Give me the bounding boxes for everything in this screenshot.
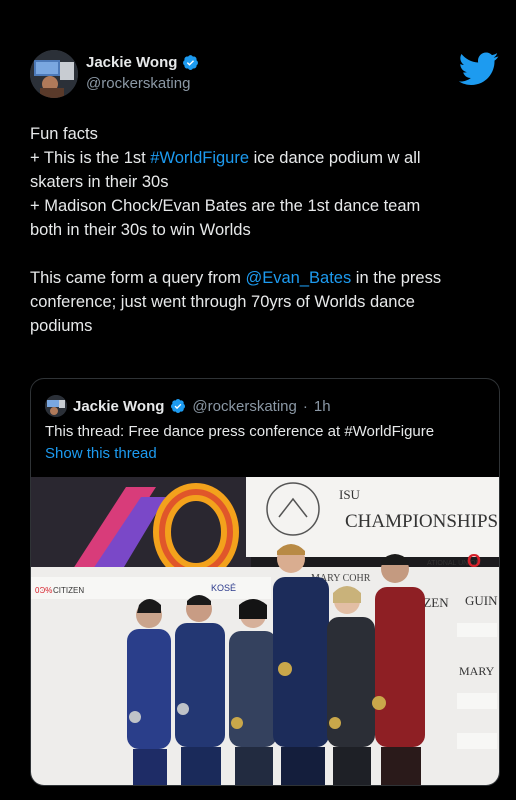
tweet-text: This came form a query from xyxy=(30,269,246,287)
show-thread-link[interactable]: Show this thread xyxy=(45,445,157,462)
tweet-card[interactable]: Jackie Wong @rockerskating Fun facts + T… xyxy=(0,0,516,800)
quoted-author-handle[interactable]: @rockerskating xyxy=(192,398,296,415)
mention-link[interactable]: @Evan_Bates xyxy=(245,269,351,287)
quoted-timestamp[interactable]: 1h xyxy=(314,398,331,415)
sponsor-side-mary: MARY xyxy=(459,664,495,678)
quoted-tweet[interactable]: Jackie Wong @rockerskating · 1h This threa… xyxy=(30,378,500,786)
sponsor-citizen: CITIZEN xyxy=(53,586,84,595)
tweet-text: in the press xyxy=(351,269,442,287)
tweet-line: skaters in their 30s xyxy=(30,173,169,191)
quoted-author-name[interactable]: Jackie Wong xyxy=(73,398,164,415)
podium-photo[interactable]: ISU CHAMPIONSHIPS 0Ͽ% CITIZEN KOSÉ MARY … xyxy=(31,477,500,786)
tweet-line: + This is the 1st #WorldFigure ice dance… xyxy=(30,146,492,170)
author-name-text[interactable]: Jackie Wong xyxy=(86,54,177,71)
tweet-line: both in their 30s to win Worlds xyxy=(30,221,251,239)
tweet-text: ice dance podium w all xyxy=(249,149,421,167)
author-name[interactable]: Jackie Wong xyxy=(86,54,199,71)
tweet-line: Fun facts xyxy=(30,125,98,143)
author-handle[interactable]: @rockerskating xyxy=(86,75,190,92)
sponsor-side-guin: GUIN xyxy=(465,593,498,608)
quoted-author-avatar[interactable] xyxy=(45,395,67,417)
hashtag-link[interactable]: #WorldFigure xyxy=(150,149,249,167)
sponsor-logo: O xyxy=(467,551,481,571)
tweet-text: + This is the 1st xyxy=(30,149,151,167)
tweet-line: + Madison Chock/Evan Bates are the 1st d… xyxy=(30,197,421,215)
twitter-bird-icon[interactable] xyxy=(459,52,499,86)
banner-text: CHAMPIONSHIPS xyxy=(345,511,498,532)
quoted-tweet-text: This thread: Free dance press conference… xyxy=(45,423,435,440)
tweet-line: podiums xyxy=(30,317,93,335)
sponsor-kose: KOSÉ xyxy=(211,583,236,593)
sponsor-text: 0Ͽ% xyxy=(35,586,52,595)
tweet-body: Fun facts + This is the 1st #WorldFigure… xyxy=(30,122,492,338)
quoted-tweet-header: Jackie Wong @rockerskating · 1h xyxy=(45,395,331,417)
isu-text: ISU xyxy=(339,487,361,502)
tweet-line: This came form a query from @Evan_Bates … xyxy=(30,266,492,290)
tweet-line: conference; just went through 70yrs of W… xyxy=(30,293,415,311)
author-avatar[interactable] xyxy=(30,50,78,98)
verified-badge-icon xyxy=(183,55,199,70)
meta-separator: · xyxy=(302,397,308,415)
verified-badge-icon xyxy=(171,399,186,413)
